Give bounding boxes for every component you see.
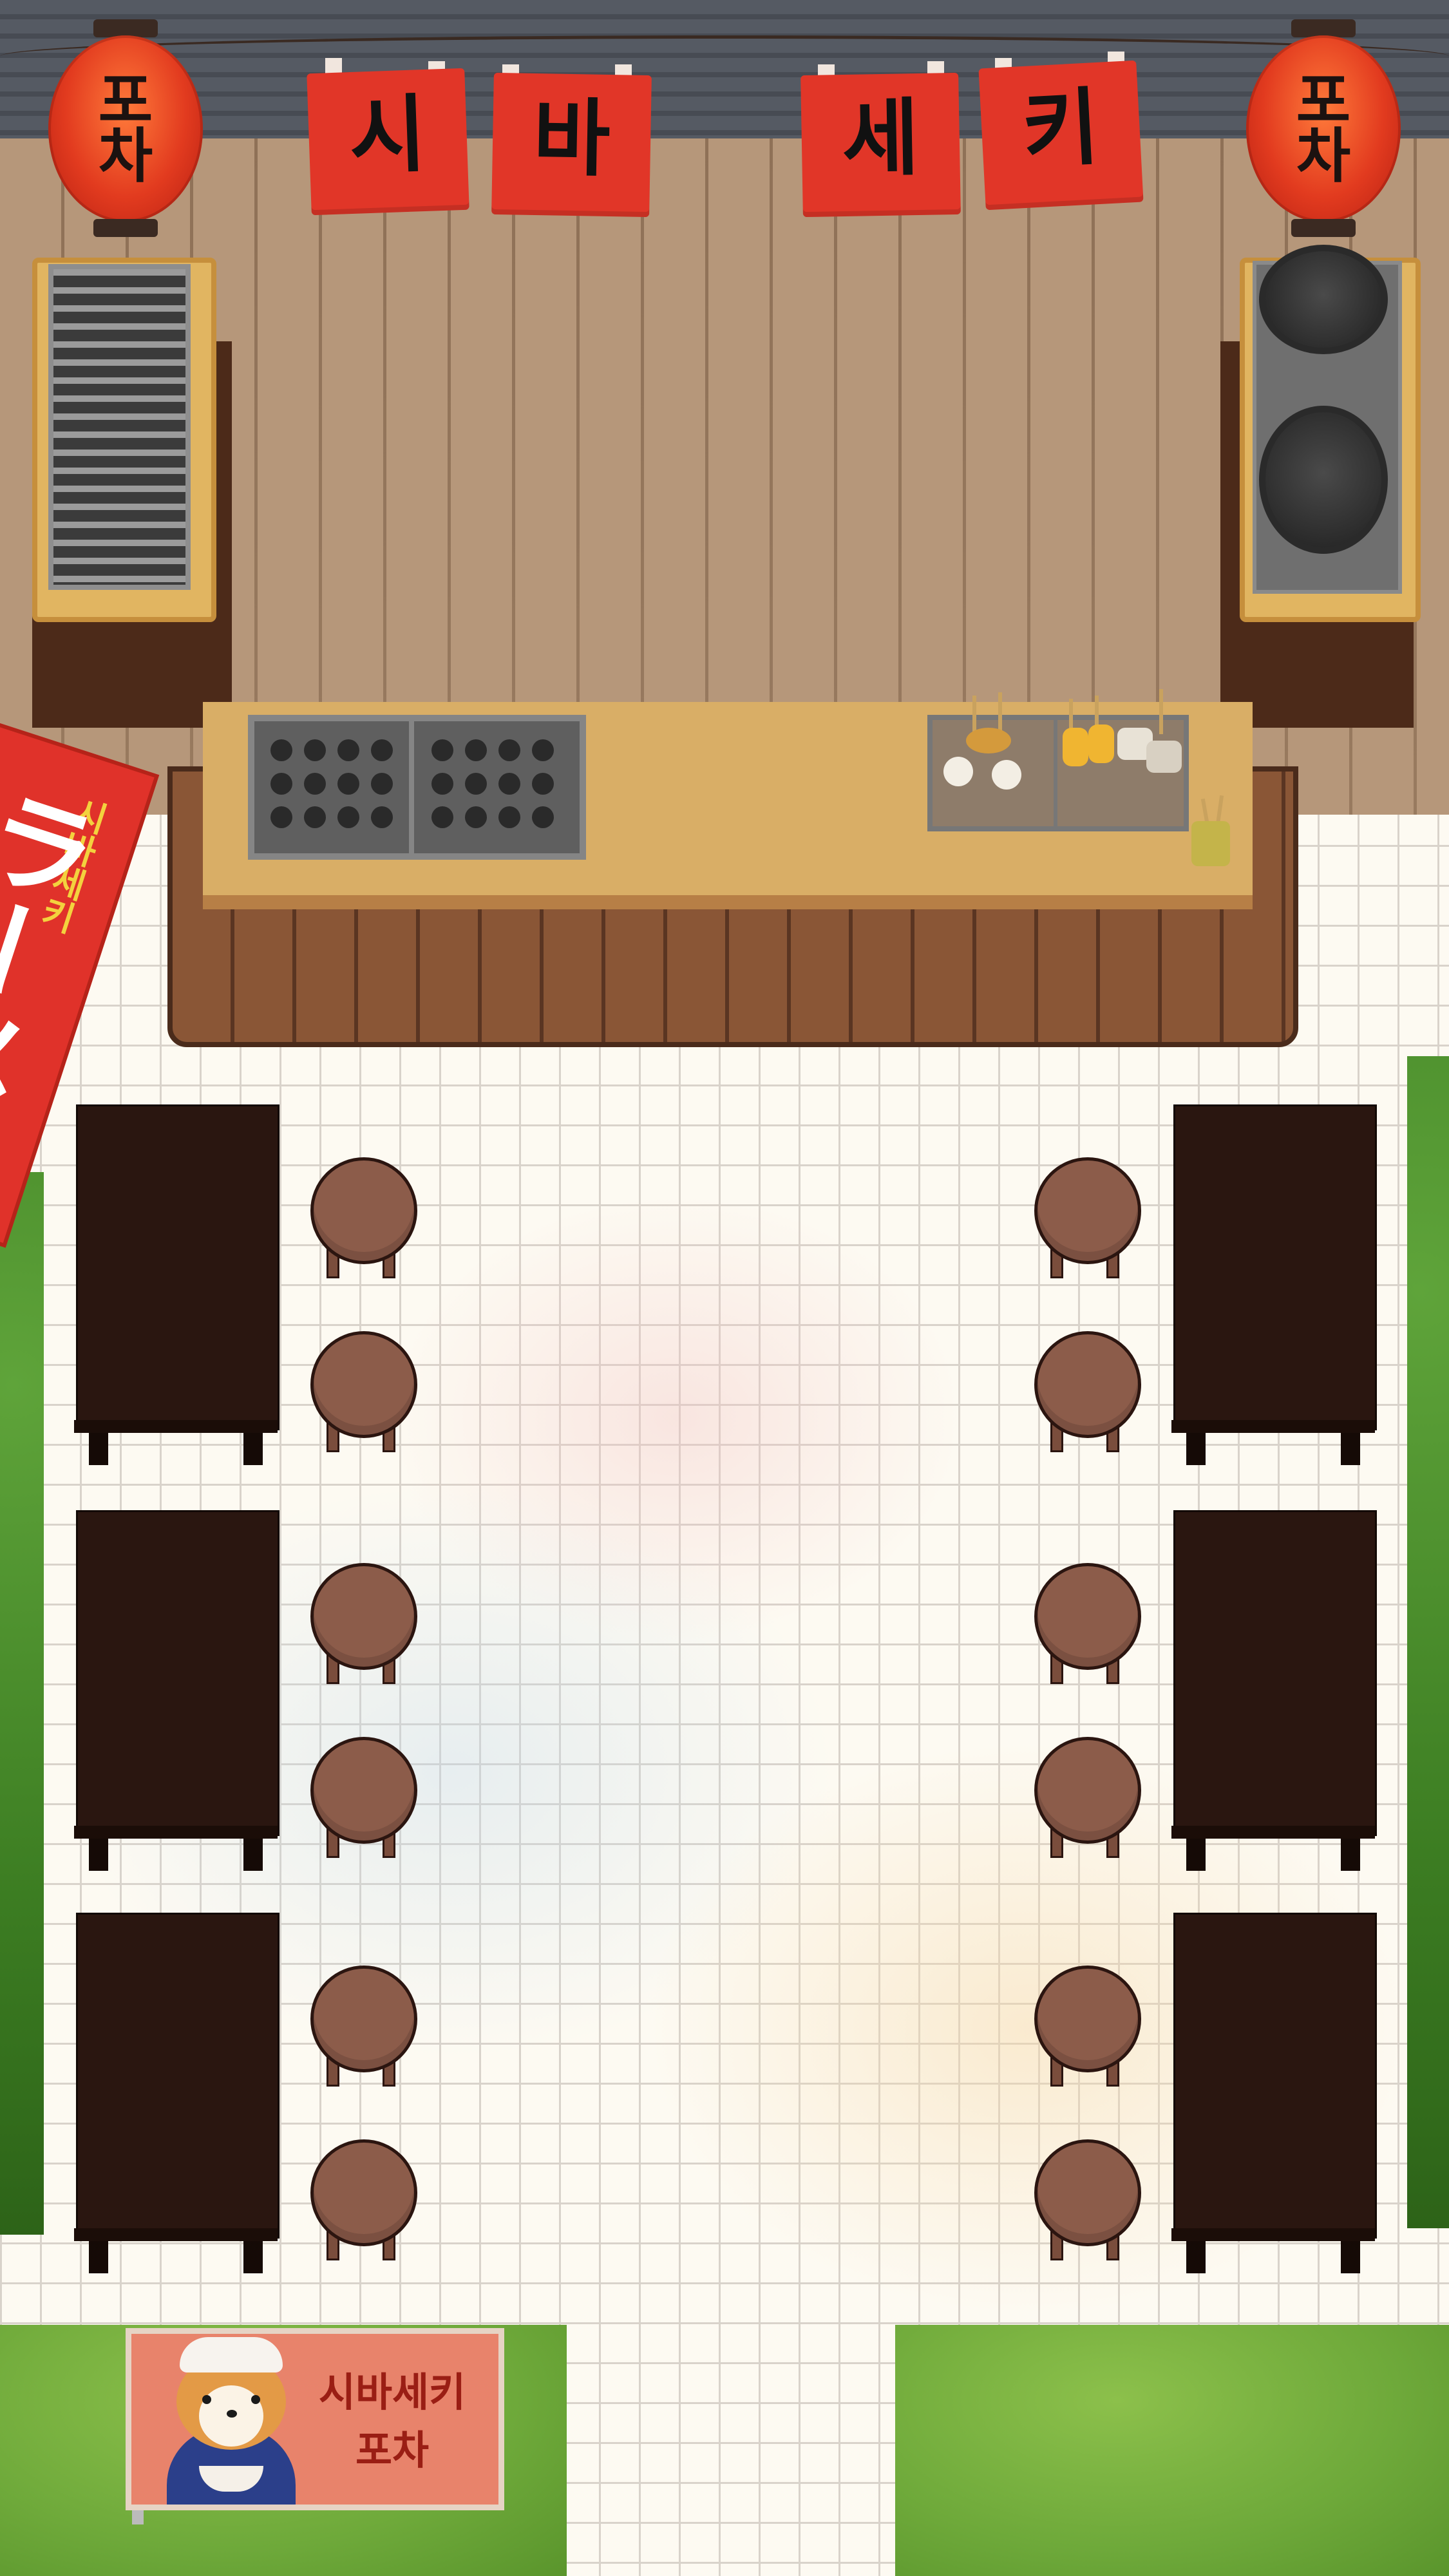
stool[interactable]	[310, 1563, 417, 1670]
takoyaki-hole	[498, 773, 520, 795]
takoyaki-hole	[270, 806, 292, 828]
mascot-eye	[251, 2395, 260, 2404]
lantern-right[interactable]: 포 차	[1246, 35, 1401, 222]
table-edge	[1171, 2228, 1375, 2241]
takoyaki-hole	[337, 739, 359, 761]
table-edge	[1171, 1420, 1375, 1433]
lantern-label: 포 차	[98, 66, 153, 191]
stool[interactable]	[1034, 1965, 1141, 2072]
stool[interactable]	[1034, 1737, 1141, 1844]
takoyaki-hole	[431, 806, 453, 828]
table[interactable]	[76, 1913, 279, 2239]
stool[interactable]	[310, 2139, 417, 2246]
skewer	[1159, 689, 1163, 734]
takoyaki-hole	[532, 806, 554, 828]
takoyaki-hole	[431, 773, 453, 795]
table-edge	[1171, 1826, 1375, 1839]
table[interactable]	[76, 1104, 279, 1430]
stool[interactable]	[310, 1157, 417, 1264]
lantern-cap	[93, 19, 158, 37]
chef-hat	[180, 2337, 283, 2372]
banner-label: 세	[841, 88, 920, 189]
takoyaki-hole	[270, 739, 292, 761]
grass-right	[895, 2325, 1449, 2576]
tofu-icon	[1146, 741, 1182, 773]
takoyaki-hole	[465, 773, 487, 795]
takoyaki-hole	[498, 806, 520, 828]
stool[interactable]	[310, 1737, 417, 1844]
banner-si[interactable]: 시	[307, 68, 469, 216]
takoyaki-hole	[498, 739, 520, 761]
takoyaki-hole	[431, 739, 453, 761]
hedge-right	[1407, 1056, 1449, 2228]
table-edge	[74, 2228, 278, 2241]
table[interactable]	[76, 1510, 279, 1836]
plate-divider	[409, 721, 414, 853]
banner-label: 키	[1019, 77, 1102, 180]
takoyaki-hole	[465, 739, 487, 761]
takoyaki-hole	[337, 773, 359, 795]
table[interactable]	[1173, 1913, 1377, 2239]
banner-ki[interactable]: 키	[978, 60, 1144, 211]
takoyaki-hole	[532, 739, 554, 761]
banner-se[interactable]: 세	[800, 72, 961, 218]
takoyaki-hole	[371, 773, 393, 795]
takoyaki-hole	[371, 739, 393, 761]
banner-label: 시	[347, 84, 428, 186]
stool[interactable]	[1034, 2139, 1141, 2246]
egg-icon	[943, 757, 973, 786]
pot-icon[interactable]	[1259, 245, 1388, 354]
table-edge	[74, 1420, 278, 1433]
takoyaki-hole	[532, 773, 554, 795]
table[interactable]	[1173, 1510, 1377, 1836]
stool[interactable]	[310, 1965, 417, 2072]
shop-sign[interactable]: 시바세키 포차	[126, 2328, 504, 2510]
lantern-label: 포 차	[1296, 66, 1351, 191]
mascot-nose	[227, 2410, 237, 2418]
takoyaki-hole	[371, 806, 393, 828]
banner-label: 바	[532, 88, 611, 189]
takoyaki-hole	[465, 806, 487, 828]
takoyaki-hole	[270, 773, 292, 795]
table[interactable]	[1173, 1104, 1377, 1430]
pot-icon[interactable]	[1259, 406, 1388, 554]
stool[interactable]	[1034, 1563, 1141, 1670]
takoyaki-hole	[337, 806, 359, 828]
mascot-eye	[202, 2395, 211, 2404]
sign-line-2: 포차	[355, 2427, 430, 2474]
sign-line-1: 시바세키	[318, 2369, 466, 2416]
corn-icon	[1063, 728, 1088, 766]
takoyaki-hole	[304, 739, 326, 761]
hedge-left	[0, 1172, 44, 2235]
fishcake-icon	[966, 728, 1011, 753]
stool[interactable]	[310, 1331, 417, 1438]
lantern-cap	[93, 219, 158, 237]
egg-icon	[992, 760, 1021, 790]
lantern-left[interactable]: 포 차	[48, 35, 203, 222]
banner-ba[interactable]: 바	[491, 72, 652, 218]
corn-icon	[1088, 724, 1114, 763]
grill-icon[interactable]	[48, 264, 191, 590]
banner-string	[0, 35, 1449, 77]
table-edge	[74, 1826, 278, 1839]
takoyaki-plate-icon[interactable]	[248, 715, 586, 860]
chopsticks-cup-icon[interactable]	[1191, 821, 1230, 866]
lantern-cap	[1291, 219, 1356, 237]
takoyaki-hole	[304, 773, 326, 795]
takoyaki-hole	[304, 806, 326, 828]
lantern-cap	[1291, 19, 1356, 37]
stool[interactable]	[1034, 1331, 1141, 1438]
stool[interactable]	[1034, 1157, 1141, 1264]
tray-divider	[1054, 720, 1057, 826]
